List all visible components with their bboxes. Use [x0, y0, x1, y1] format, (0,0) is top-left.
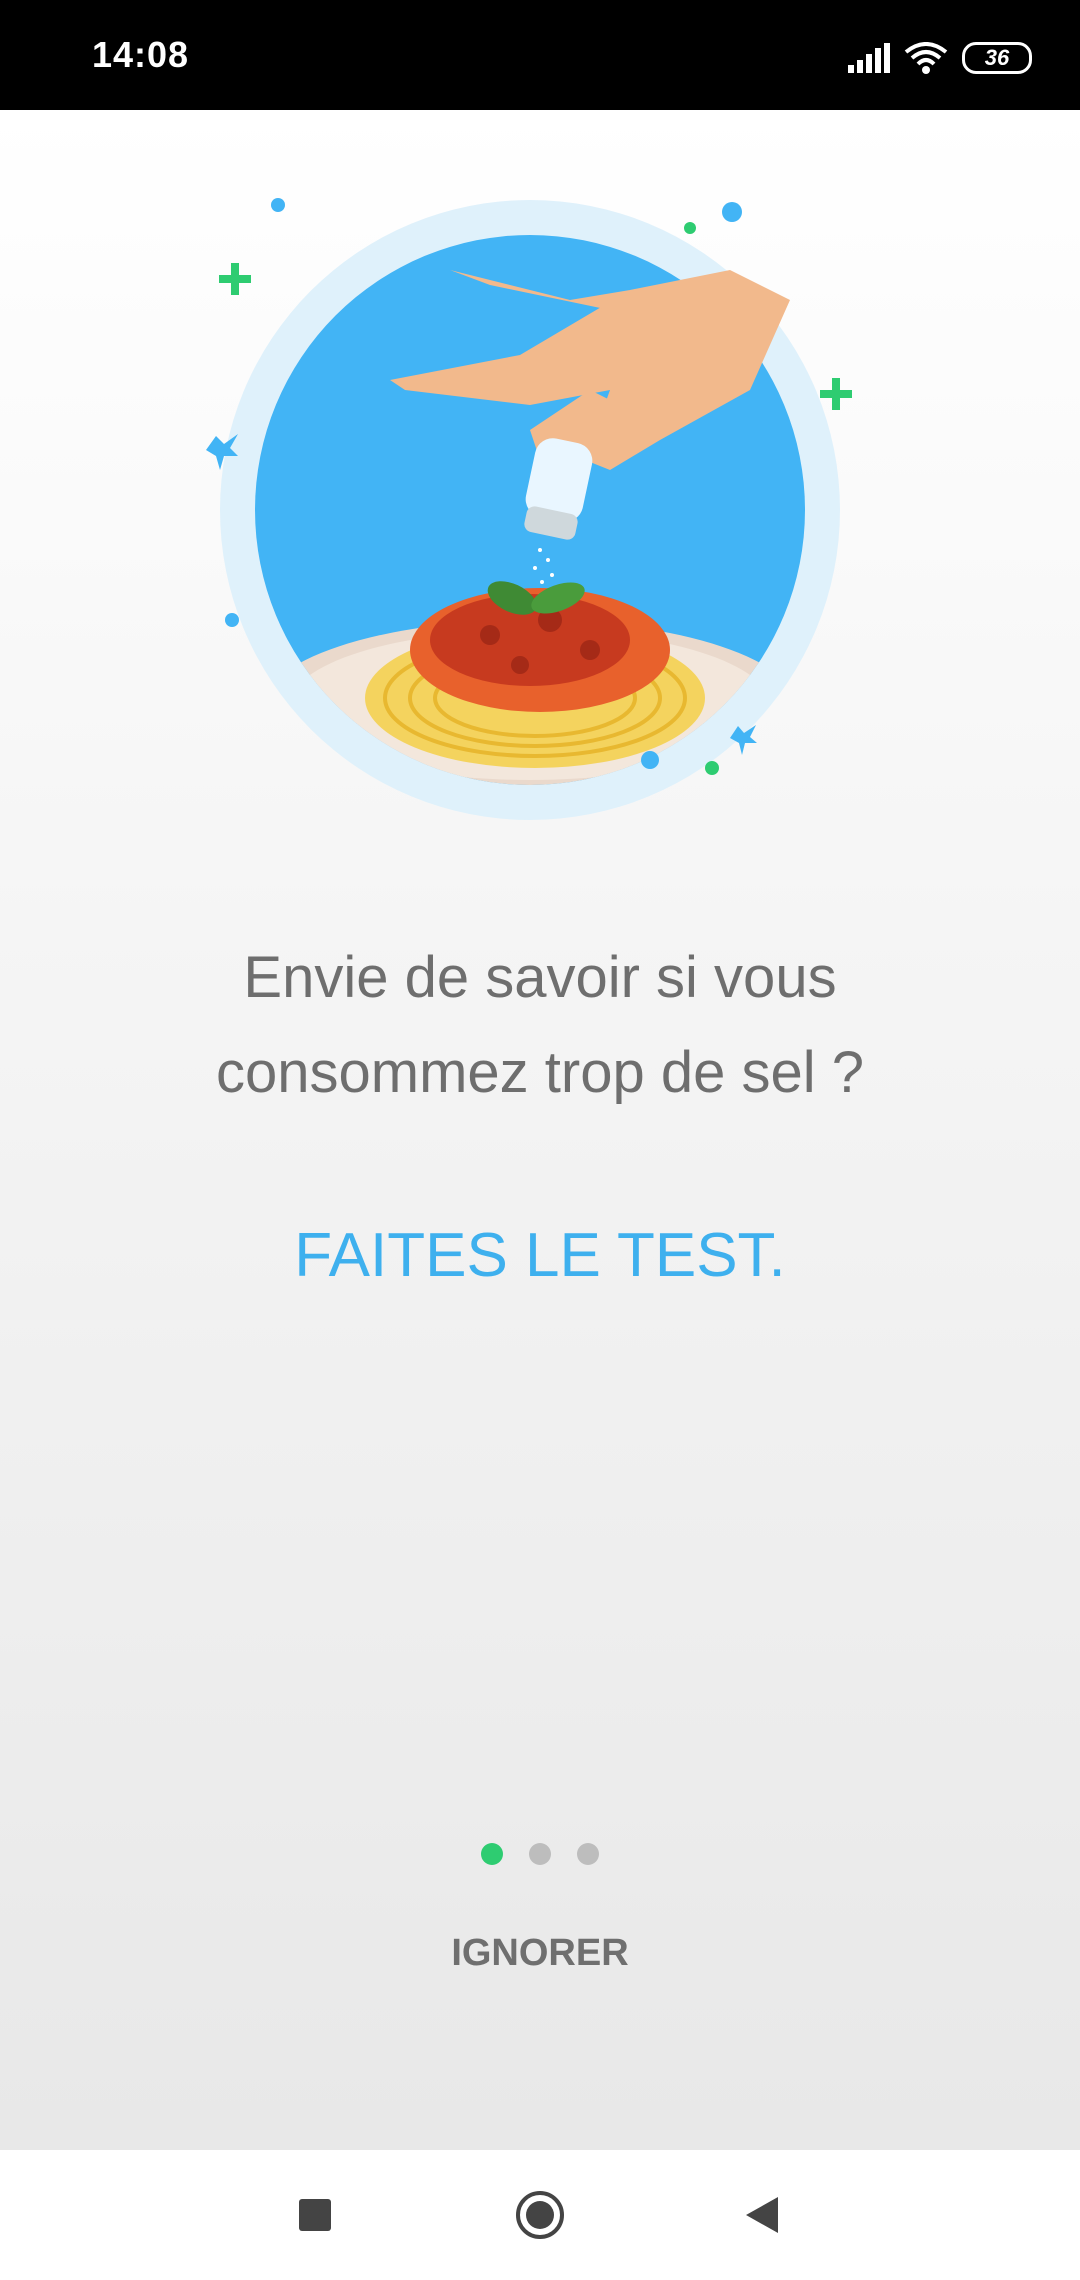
- headline-line-2: consommez trop de sel ?: [216, 1040, 864, 1105]
- wifi-icon: [904, 42, 948, 74]
- status-bar: 14:08 36: [0, 0, 1080, 110]
- navigation-bar: [0, 2150, 1080, 2280]
- page-dot-1: [481, 1843, 503, 1865]
- cta-text: FAITES LE TEST.: [294, 1221, 786, 1290]
- page-dot-2: [529, 1843, 551, 1865]
- onboarding-headline: Envie de savoir si vous consommez trop d…: [0, 930, 1080, 1120]
- home-circle-icon: [516, 2191, 564, 2239]
- ignore-button[interactable]: IGNORER: [0, 1932, 1080, 1975]
- battery-icon: 36: [962, 42, 1032, 74]
- status-icons: 36: [848, 38, 1032, 78]
- signal-icon: [848, 43, 890, 73]
- page-dot-3: [577, 1843, 599, 1865]
- page-indicator: [0, 1843, 1080, 1865]
- salting-spaghetti-illustration: [206, 198, 852, 820]
- back-button[interactable]: [697, 2150, 827, 2280]
- back-triangle-icon: [746, 2197, 778, 2233]
- recents-button[interactable]: [250, 2150, 380, 2280]
- home-button[interactable]: [475, 2150, 605, 2280]
- onboarding-screen: Envie de savoir si vous consommez trop d…: [0, 110, 1080, 2150]
- recents-square-icon: [299, 2199, 331, 2231]
- battery-level: 36: [984, 45, 1010, 70]
- headline-line-1: Envie de savoir si vous: [243, 945, 837, 1010]
- status-time: 14:08: [92, 34, 190, 75]
